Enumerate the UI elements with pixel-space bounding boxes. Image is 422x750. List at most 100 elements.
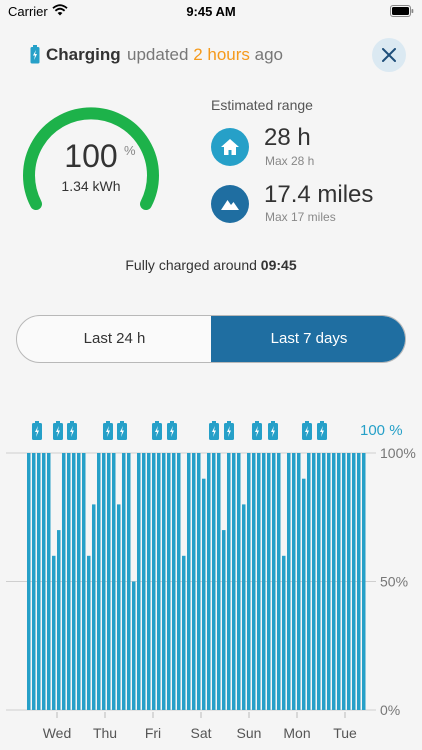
updated-prefix: updated: [127, 45, 189, 64]
gauge-percent: 100: [64, 138, 118, 174]
x-tick-label: Tue: [333, 725, 357, 741]
chart-bar: [177, 453, 181, 710]
chart-bar: [247, 453, 251, 710]
chart-bar: [312, 453, 316, 710]
chart-bar: [127, 453, 131, 710]
charging-marker-icon: [103, 421, 113, 440]
chart-bar: [152, 453, 156, 710]
tab-last-24h[interactable]: Last 24 h: [17, 316, 212, 362]
chart-bar: [267, 453, 271, 710]
home-range-badge: [211, 128, 249, 166]
chart-bar: [252, 453, 256, 710]
chart-bar: [112, 453, 116, 710]
chart-bar: [167, 453, 171, 710]
chart-bar: [277, 453, 281, 710]
charging-marker-icon: [167, 421, 177, 440]
chart-bar: [257, 453, 261, 710]
chart-bar: [102, 453, 106, 710]
chart-bar: [197, 453, 201, 710]
close-button[interactable]: [372, 38, 406, 72]
charging-marker-icon: [209, 421, 219, 440]
charging-marker-icon: [268, 421, 278, 440]
chart-bar: [57, 530, 61, 710]
chart-bar: [27, 453, 31, 710]
chart-bar: [142, 453, 146, 710]
status-time: 9:45 AM: [186, 4, 236, 19]
fully-charged-time: 09:45: [260, 257, 297, 273]
status-bar: Carrier 9:45 AM: [0, 0, 422, 26]
chart-bar: [282, 555, 286, 710]
chart-bar: [232, 453, 236, 710]
chart-bar: [67, 453, 71, 710]
chart-bar: [97, 453, 101, 710]
x-tick-label: Mon: [283, 725, 310, 741]
chart-bar: [222, 530, 226, 710]
tab-last-7-days[interactable]: Last 7 days: [211, 316, 405, 362]
y-tick-label: 50%: [380, 574, 408, 590]
chart-bar: [162, 453, 166, 710]
fully-charged-prefix: Fully charged around: [125, 257, 257, 273]
chart-bar: [227, 453, 231, 710]
charge-history-chart: 100% 50% 0% 100 % Wed Thu Fri Sat Sun Mon Tue: [6, 421, 416, 741]
home-icon: [221, 139, 239, 155]
chart-bar: [187, 453, 191, 710]
chart-bar: [242, 504, 246, 710]
x-tick-label: Thu: [93, 725, 117, 741]
chart-bar: [217, 453, 221, 710]
chart-bar: [307, 453, 311, 710]
chart-bar: [302, 478, 306, 710]
header: Charging updated 2 hours ago: [0, 38, 422, 72]
top-percent-label: 100 %: [360, 422, 403, 439]
chart-bar: [292, 453, 296, 710]
charging-marker-icon: [252, 421, 262, 440]
x-tick-label: Fri: [145, 725, 161, 741]
chart-bar: [362, 453, 366, 710]
x-tick-label: Wed: [43, 725, 72, 741]
chart-bar: [212, 453, 216, 710]
chart-bar: [357, 453, 361, 710]
chart-bar: [37, 453, 41, 710]
x-tick-label: Sun: [237, 725, 262, 741]
chart-bar: [352, 453, 356, 710]
chart-bar: [192, 453, 196, 710]
chart-bar: [327, 453, 331, 710]
chart-bar: [317, 453, 321, 710]
updated-suffix: ago: [254, 45, 283, 64]
close-icon: [382, 48, 396, 62]
chart-bar: [137, 453, 141, 710]
chart-bar: [92, 504, 96, 710]
x-tick-label: Sat: [190, 725, 211, 741]
chart-bar: [42, 453, 46, 710]
chart-bar: [297, 453, 301, 710]
charging-marker-icon: [224, 421, 234, 440]
chart-bar: [332, 453, 336, 710]
chart-bar: [132, 581, 136, 710]
mountain-icon: [221, 200, 239, 210]
chart-bar: [322, 453, 326, 710]
chart-bar: [272, 453, 276, 710]
gauge-percent-unit: %: [124, 143, 136, 158]
home-range-max: Max 28 h: [265, 154, 315, 168]
chart-bar: [157, 453, 161, 710]
chart-bar: [337, 453, 341, 710]
charging-marker-icon: [117, 421, 127, 440]
chart-bar: [52, 555, 56, 710]
chart-bar: [237, 453, 241, 710]
chart-bar: [72, 453, 76, 710]
chart-bar: [207, 453, 211, 710]
chart-bar: [32, 453, 36, 710]
chart-bar: [287, 453, 291, 710]
chart-bar: [182, 555, 186, 710]
chart-bar: [347, 453, 351, 710]
y-tick-label: 100%: [380, 445, 416, 461]
home-range-value: 28 h: [264, 124, 311, 151]
travel-range-value: 17.4 miles: [264, 181, 374, 208]
charging-marker-icon: [152, 421, 162, 440]
chart-bar: [117, 504, 121, 710]
chart-bar: [172, 453, 176, 710]
chart-bar: [47, 453, 51, 710]
fully-charged-note: Fully charged around 09:45: [0, 257, 422, 273]
period-segmented-control: Last 24 h Last 7 days: [16, 315, 406, 363]
chart-bar: [62, 453, 66, 710]
range-title: Estimated range: [211, 97, 313, 113]
